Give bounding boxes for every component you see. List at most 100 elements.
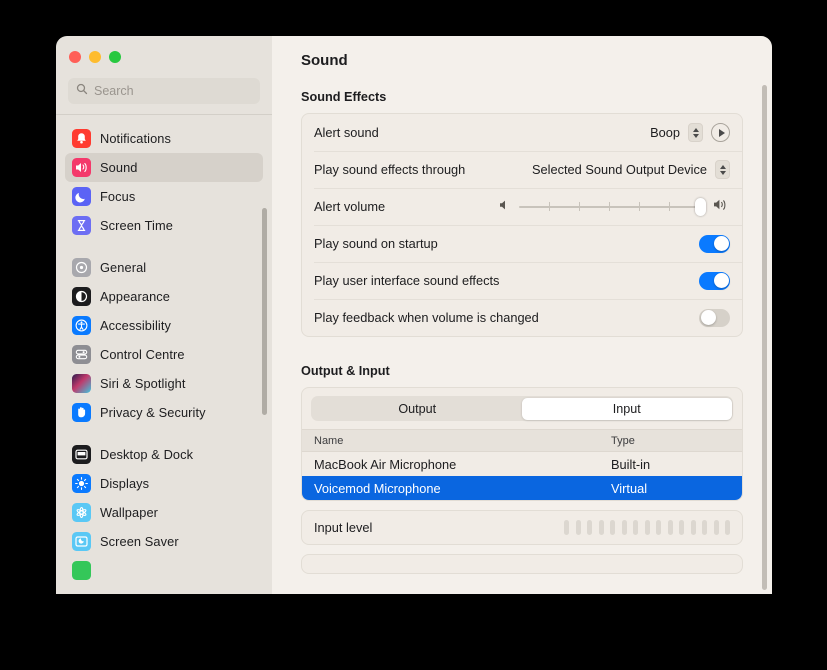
slider-tick (609, 201, 610, 211)
volume-feedback-toggle[interactable] (699, 308, 730, 327)
sidebar-item-label: Desktop & Dock (100, 447, 194, 462)
meter-segment (725, 520, 730, 535)
sidebar-item-appearance[interactable]: Appearance (65, 282, 263, 311)
siri-icon (72, 374, 91, 393)
toggle-knob (700, 310, 716, 325)
search-icon (76, 82, 88, 100)
volume-feedback-label: Play feedback when volume is changed (314, 310, 539, 325)
meter-segment (690, 520, 696, 535)
play-icon (718, 128, 725, 137)
desktop-dock-icon (72, 445, 91, 464)
meter-segment (679, 520, 684, 535)
sidebar-item-wallpaper[interactable]: Wallpaper (65, 498, 263, 527)
search-input[interactable]: Search (68, 78, 260, 104)
meter-segment (644, 520, 650, 535)
sidebar-item-sound[interactable]: Sound (65, 153, 263, 182)
sound-effects-card: Alert sound Boop Play sound effects thro (301, 113, 743, 337)
input-level-meter (564, 520, 730, 535)
wallpaper-icon (72, 503, 91, 522)
sound-icon (72, 158, 91, 177)
sidebar-item-screen-saver[interactable]: Screen Saver (65, 527, 263, 556)
meter-segment (656, 520, 661, 535)
displays-icon (72, 474, 91, 493)
ui-sound-effects-row: Play user interface sound effects (302, 262, 742, 299)
meter-segment (587, 520, 592, 535)
meter-segment (575, 520, 581, 535)
table-row[interactable]: MacBook Air Microphone Built-in (302, 452, 742, 476)
startup-sound-toggle[interactable] (699, 234, 730, 253)
output-input-segmented-control: Output Input (311, 396, 733, 421)
sidebar-item-privacy-security[interactable]: Privacy & Security (65, 398, 263, 427)
screen-time-icon (72, 216, 91, 235)
play-sound-on-startup-row: Play sound on startup (302, 225, 742, 262)
sidebar-nav: Notifications Sound Focus Screen Time Ge… (56, 115, 272, 585)
slider-knob[interactable] (695, 197, 706, 216)
output-input-heading: Output & Input (301, 364, 390, 378)
column-header-name: Name (314, 434, 344, 447)
sidebar-item-accessibility[interactable]: Accessibility (65, 311, 263, 340)
sidebar-item-label: Screen Time (100, 218, 173, 233)
play-through-stepper[interactable] (715, 160, 730, 179)
sidebar-item-displays[interactable]: Displays (65, 469, 263, 498)
chevron-down-icon (692, 133, 699, 138)
meter-segment (633, 520, 638, 535)
play-alert-sound-button[interactable] (711, 123, 730, 142)
meter-segment (621, 520, 627, 535)
device-name: Voicemod Microphone (314, 480, 441, 496)
sidebar-item-partial[interactable] (65, 556, 263, 585)
alert-volume-row: Alert volume (302, 188, 742, 225)
meter-segment (598, 520, 604, 535)
sidebar-scrollbar[interactable] (262, 208, 267, 415)
toggle-knob (713, 236, 729, 251)
sidebar-item-focus[interactable]: Focus (65, 182, 263, 211)
sound-effects-heading: Sound Effects (301, 90, 387, 104)
slider-tick (549, 201, 550, 211)
sidebar-item-label: Wallpaper (100, 505, 159, 520)
ui-sound-effects-toggle[interactable] (699, 271, 730, 290)
sidebar-item-control-centre[interactable]: Control Centre (65, 340, 263, 369)
output-input-card: Output Input Name Type MacBook Air Micro… (301, 387, 743, 501)
table-row[interactable]: Voicemod Microphone Virtual (302, 476, 742, 500)
control-centre-icon (72, 345, 91, 364)
screen-saver-icon (72, 532, 91, 551)
ui-sound-effects-label: Play user interface sound effects (314, 273, 500, 288)
sidebar-item-label: Focus (100, 189, 136, 204)
volume-feedback-row: Play feedback when volume is changed (302, 299, 742, 336)
slider-tick (669, 201, 670, 211)
search-container: Search (56, 78, 272, 114)
alert-volume-label: Alert volume (314, 199, 386, 214)
tab-output[interactable]: Output (313, 398, 523, 420)
close-button[interactable] (69, 51, 81, 63)
device-type: Built-in (611, 456, 651, 472)
alert-sound-stepper[interactable] (688, 123, 703, 142)
alert-sound-row: Alert sound Boop (302, 114, 742, 151)
minimize-button[interactable] (89, 51, 101, 63)
sidebar-item-notifications[interactable]: Notifications (65, 124, 263, 153)
device-name: MacBook Air Microphone (314, 456, 457, 472)
system-settings-window: Search Notifications Sound Focus Screen … (56, 36, 772, 594)
sidebar-item-label: Privacy & Security (100, 405, 206, 420)
notifications-icon (72, 129, 91, 148)
sidebar-item-general[interactable]: General (65, 253, 263, 282)
sidebar-item-label: Screen Saver (100, 534, 179, 549)
maximize-button[interactable] (109, 51, 121, 63)
play-through-value: Selected Sound Output Device (531, 162, 707, 177)
sidebar-item-siri-spotlight[interactable]: Siri & Spotlight (65, 369, 263, 398)
meter-segment (713, 520, 719, 535)
window-controls (56, 36, 272, 78)
meter-segment (702, 520, 707, 535)
alert-sound-value: Boop (650, 125, 680, 140)
segmented-control-container: Output Input (302, 388, 742, 429)
main-scrollbar[interactable] (762, 85, 767, 590)
sidebar-item-label: General (100, 260, 147, 275)
alert-volume-slider[interactable] (519, 197, 706, 216)
input-level-card: Input level (301, 510, 743, 545)
play-through-label: Play sound effects through (314, 162, 466, 177)
tab-input[interactable]: Input (522, 397, 732, 420)
privacy-icon (72, 403, 91, 422)
alert-sound-label: Alert sound (314, 125, 379, 140)
sidebar-item-desktop-dock[interactable]: Desktop & Dock (65, 440, 263, 469)
sidebar-item-label: Control Centre (100, 347, 185, 362)
sidebar-item-screen-time[interactable]: Screen Time (65, 211, 263, 240)
